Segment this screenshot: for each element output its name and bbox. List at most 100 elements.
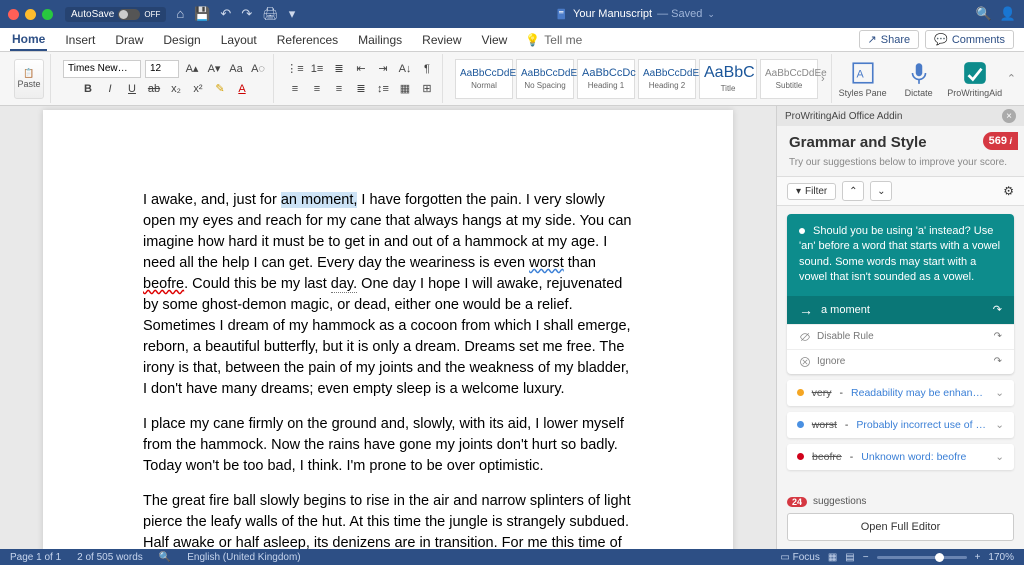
disable-rule[interactable]: Disable Rule↷ (787, 324, 1014, 349)
minimize-window[interactable] (25, 9, 36, 20)
change-case-icon[interactable]: Aa (227, 60, 245, 78)
word-count[interactable]: 2 of 505 words (77, 552, 143, 563)
titlebar: AutoSave OFF ⌂ 💾 ↶ ↷ 🖨 ▾ Your Manuscript… (0, 0, 1024, 28)
replacement-row[interactable]: →a moment↷ (787, 296, 1014, 324)
undo-icon[interactable]: ↶ (220, 6, 231, 22)
tab-insert[interactable]: Insert (63, 30, 97, 50)
search-icon[interactable]: 🔍 (976, 6, 992, 22)
bullets-icon[interactable]: ⋮≡ (286, 60, 304, 78)
document-area[interactable]: I awake, and, just for an moment, I have… (0, 106, 776, 549)
styles-pane-button[interactable]: A Styles Pane (838, 60, 888, 98)
tab-review[interactable]: Review (420, 30, 463, 50)
multilevel-icon[interactable]: ≣ (330, 60, 348, 78)
paragraph-3[interactable]: The great fire ball slowly begins to ris… (143, 491, 633, 549)
zoom-slider[interactable] (877, 556, 967, 559)
tab-layout[interactable]: Layout (219, 30, 259, 50)
style-heading2[interactable]: AaBbCcDdEeHeading 2 (638, 59, 696, 99)
account-icon[interactable]: 👤 (1000, 6, 1016, 22)
score-badge: 569 i (983, 132, 1018, 150)
italic-icon[interactable]: I (101, 80, 119, 98)
view-web-icon[interactable]: ▤ (845, 552, 854, 563)
status-bar: Page 1 of 1 2 of 505 words 🔍 English (Un… (0, 549, 1024, 565)
prowritingaid-pane: ProWritingAid Office Addin × Grammar and… (776, 106, 1024, 549)
print-icon[interactable]: 🖨 (262, 6, 279, 22)
increase-font-icon[interactable]: A▴ (183, 60, 201, 78)
tell-me[interactable]: 💡 Tell me (525, 33, 582, 47)
paste-button[interactable]: 📋Paste (14, 59, 44, 99)
line-spacing-icon[interactable]: ↕≡ (374, 80, 392, 98)
tab-home[interactable]: Home (10, 29, 47, 51)
home-icon[interactable]: ⌂ (176, 6, 184, 22)
comments-button[interactable]: 💬 Comments (925, 30, 1014, 49)
decrease-font-icon[interactable]: A▾ (205, 60, 223, 78)
style-nospacing[interactable]: AaBbCcDdEeNo Spacing (516, 59, 574, 99)
align-right-icon[interactable]: ≡ (330, 80, 348, 98)
paragraph-2[interactable]: I place my cane firmly on the ground and… (143, 414, 633, 477)
pane-subtext: Try our suggestions below to improve you… (777, 157, 1024, 176)
tab-view[interactable]: View (480, 30, 510, 50)
settings-icon[interactable]: ⚙ (1003, 184, 1014, 198)
font-select[interactable] (63, 60, 141, 78)
tab-mailings[interactable]: Mailings (356, 30, 404, 50)
bold-icon[interactable]: B (79, 80, 97, 98)
window-controls[interactable] (8, 9, 53, 20)
suggestion-worst[interactable]: worst-Probably incorrect use of s…⌄ (787, 412, 1014, 438)
borders-icon[interactable]: ⊞ (418, 80, 436, 98)
save-icon[interactable]: 💾 (194, 6, 210, 22)
filter-button[interactable]: ▾ Filter (787, 183, 836, 200)
page[interactable]: I awake, and, just for an moment, I have… (43, 110, 733, 549)
language-indicator[interactable]: English (United Kingdom) (187, 552, 300, 563)
tab-references[interactable]: References (275, 30, 340, 50)
show-marks-icon[interactable]: ¶ (418, 60, 436, 78)
style-heading1[interactable]: AaBbCcDcHeading 1 (577, 59, 635, 99)
suggestion-very[interactable]: very-Readability may be enhance…⌄ (787, 380, 1014, 406)
highlight-icon[interactable]: ✎ (211, 80, 229, 98)
indent-icon[interactable]: ⇥ (374, 60, 392, 78)
align-left-icon[interactable]: ≡ (286, 80, 304, 98)
suggestion-beofre[interactable]: beofre-Unknown word: beofre⌄ (787, 444, 1014, 470)
prev-issue-button[interactable]: ⌃ (842, 181, 864, 201)
styles-more-icon[interactable]: › (821, 73, 825, 85)
superscript-icon[interactable]: x² (189, 80, 207, 98)
outdent-icon[interactable]: ⇤ (352, 60, 370, 78)
zoom-window[interactable] (42, 9, 53, 20)
close-window[interactable] (8, 9, 19, 20)
next-issue-button[interactable]: ⌄ (870, 181, 892, 201)
style-normal[interactable]: AaBbCcDdEeNormal (455, 59, 513, 99)
ignore-rule[interactable]: Ignore↷ (787, 349, 1014, 374)
suggestion-card-main[interactable]: Should you be using 'a' instead? Use 'an… (787, 214, 1014, 374)
prowritingaid-button[interactable]: ProWritingAid (950, 60, 1000, 98)
subscript-icon[interactable]: x₂ (167, 80, 185, 98)
collapse-ribbon-icon[interactable]: ⌃ (1007, 72, 1016, 85)
dictate-button[interactable]: Dictate (894, 60, 944, 98)
shading-icon[interactable]: ▦ (396, 80, 414, 98)
style-subtitle[interactable]: AaBbCcDdEeSubtitle (760, 59, 818, 99)
justify-icon[interactable]: ≣ (352, 80, 370, 98)
close-pane-icon[interactable]: × (1002, 109, 1016, 123)
paragraph-1[interactable]: I awake, and, just for an moment, I have… (143, 190, 633, 400)
align-center-icon[interactable]: ≡ (308, 80, 326, 98)
style-title[interactable]: AaBbCTitle (699, 59, 757, 99)
tab-draw[interactable]: Draw (113, 30, 145, 50)
underline-icon[interactable]: U (123, 80, 141, 98)
font-color-icon[interactable]: A (233, 80, 251, 98)
autosave-toggle[interactable]: AutoSave OFF (65, 7, 166, 22)
view-print-icon[interactable]: ▦ (828, 552, 837, 563)
spellcheck-icon[interactable]: 🔍 (159, 552, 171, 563)
tab-design[interactable]: Design (161, 30, 202, 50)
open-full-editor-button[interactable]: Open Full Editor (787, 513, 1014, 541)
numbering-icon[interactable]: 1≡ (308, 60, 326, 78)
redo-icon[interactable]: ↷ (241, 6, 252, 22)
page-indicator[interactable]: Page 1 of 1 (10, 552, 61, 563)
zoom-out-icon[interactable]: − (863, 552, 869, 563)
autosave-label: AutoSave (71, 9, 114, 20)
focus-mode[interactable]: ▭ Focus (780, 552, 819, 563)
zoom-level[interactable]: 170% (988, 552, 1014, 563)
sort-icon[interactable]: A↓ (396, 60, 414, 78)
clear-format-icon[interactable]: A◌ (249, 60, 267, 78)
share-button[interactable]: ↗ Share (859, 30, 920, 49)
zoom-in-icon[interactable]: + (975, 552, 981, 563)
strike-icon[interactable]: ab (145, 80, 163, 98)
highlighted-issue: an moment, (281, 192, 358, 208)
size-select[interactable] (145, 60, 179, 78)
